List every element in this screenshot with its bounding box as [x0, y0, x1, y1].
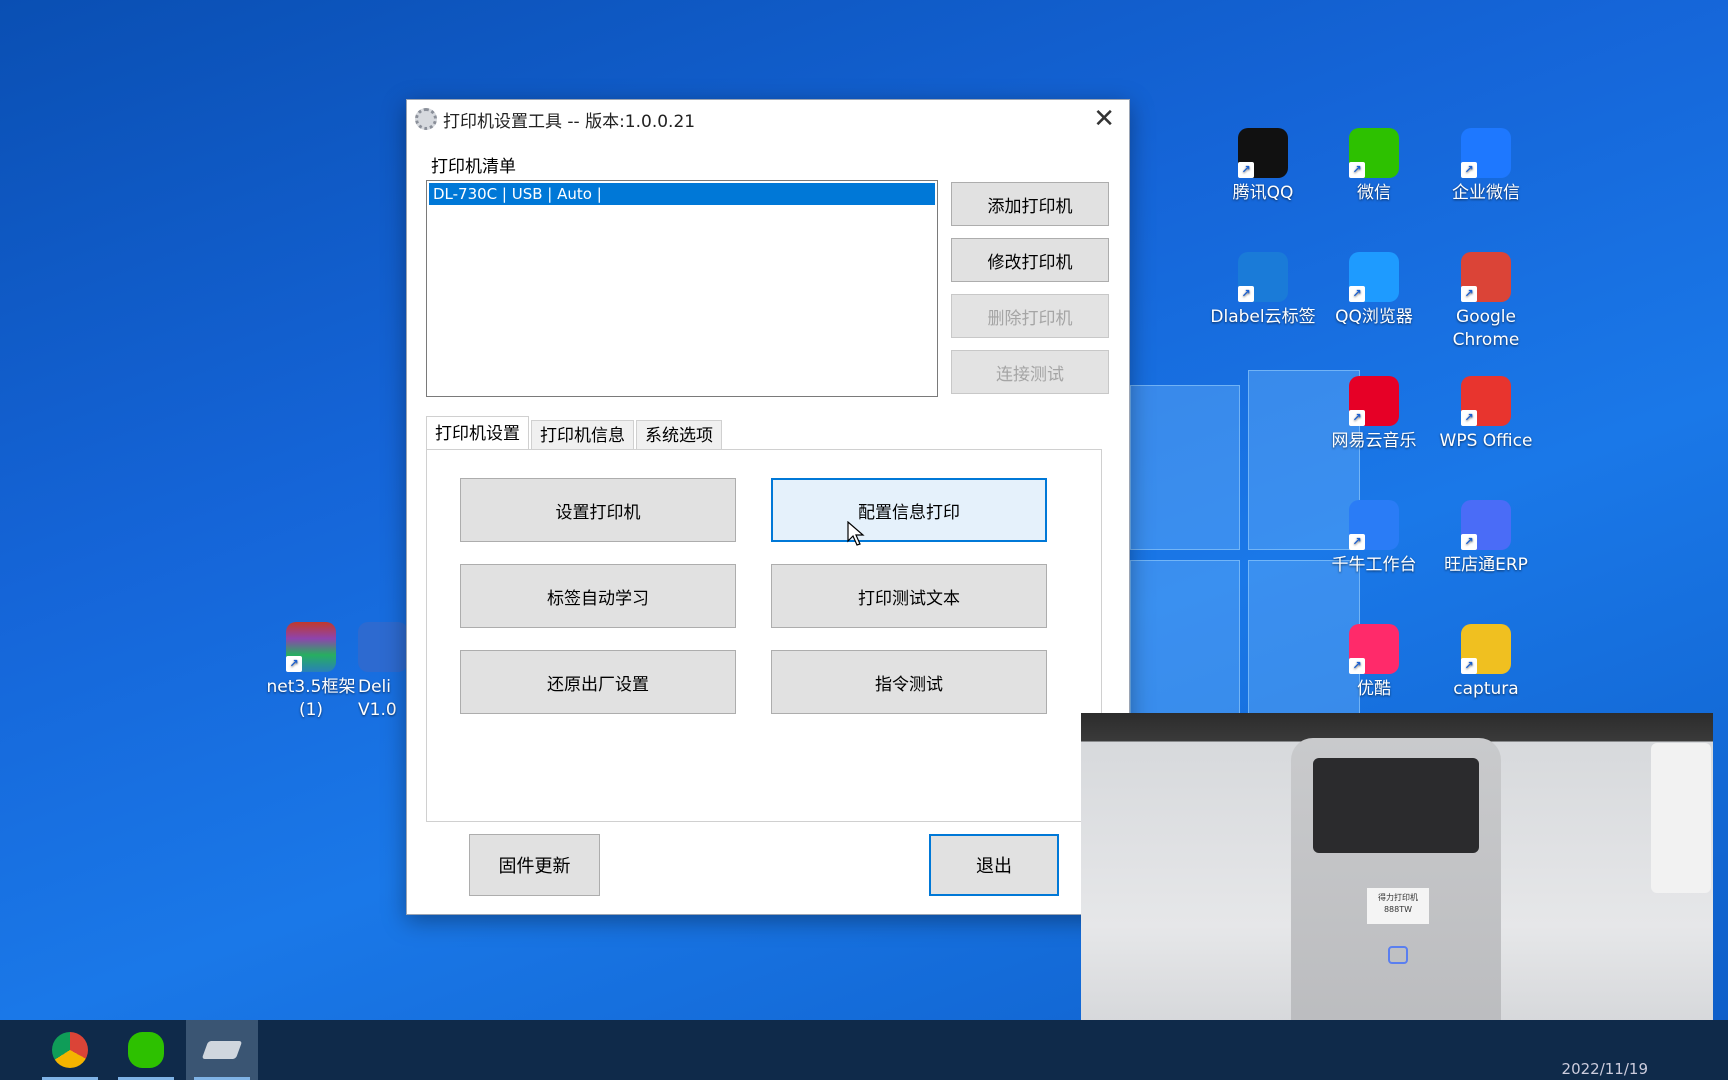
- desktop-icon-deli[interactable]: Deli V1.0: [358, 622, 408, 722]
- edit-printer-button[interactable]: 修改打印机: [951, 238, 1109, 282]
- desktop-icon-label-2: (1): [298, 700, 324, 720]
- chrome-icon: [52, 1032, 88, 1068]
- desktop-icon-net35[interactable]: ↗ net3.5框架 (1): [256, 622, 366, 722]
- desktop-icon-label: captura: [1453, 679, 1519, 699]
- printer-power-led: [1388, 946, 1408, 964]
- factory-reset-button[interactable]: 还原出厂设置: [460, 650, 736, 714]
- print-test-text-button[interactable]: 打印测试文本: [771, 564, 1047, 628]
- desktop-icon-youku[interactable]: ↗ 优酷: [1319, 624, 1429, 701]
- printer-sticker-line2: 888TW: [1383, 905, 1413, 914]
- desktop-icon-label: Deli: [358, 677, 391, 697]
- config-print-button[interactable]: 配置信息打印: [771, 478, 1047, 542]
- mouse-cursor-icon: [847, 521, 865, 546]
- window-title: 打印机设置工具 -- 版本:1.0.0.21: [443, 111, 696, 132]
- desktop-icon-dlabel[interactable]: ↗ Dlabel云标签: [1208, 252, 1318, 329]
- printer-setup-dialog: 打印机设置工具 -- 版本:1.0.0.21 ✕ 打印机清单 DL-730C |…: [406, 99, 1130, 915]
- desktop-icon-label: net3.5框架: [266, 677, 356, 697]
- qianniu-icon: ↗: [1349, 500, 1399, 550]
- printer-sticker-line1: 得力打印机: [1378, 893, 1418, 902]
- desktop-icon-wechat[interactable]: ↗ 微信: [1319, 128, 1429, 205]
- power-strip-image: [1651, 743, 1711, 893]
- list-item[interactable]: DL-730C | USB | Auto |: [429, 183, 935, 205]
- firmware-update-button[interactable]: 固件更新: [469, 834, 600, 896]
- tab-printer-settings[interactable]: 打印机设置: [426, 416, 529, 450]
- taskbar-clock: 2022/11/19: [1561, 1060, 1648, 1078]
- tab-bar: 打印机设置 打印机信息 系统选项: [426, 416, 724, 450]
- taskbar-chrome[interactable]: [34, 1020, 106, 1080]
- desktop-icon-label: QQ浏览器: [1335, 307, 1413, 327]
- gear-icon: [415, 108, 437, 130]
- captura-icon: ↗: [1461, 624, 1511, 674]
- desktop-icon-label-2: V1.0: [358, 700, 397, 720]
- printer-window: [1313, 758, 1479, 853]
- label-auto-learn-button[interactable]: 标签自动学习: [460, 564, 736, 628]
- taskbar-file-explorer[interactable]: [0, 1020, 22, 1080]
- tab-system-options[interactable]: 系统选项: [636, 420, 722, 450]
- label-printer-image: 得力打印机 888TW: [1291, 738, 1501, 1068]
- qq-icon: ↗: [1238, 128, 1288, 178]
- add-printer-button[interactable]: 添加打印机: [951, 182, 1109, 226]
- desktop-icon-netease-music[interactable]: ↗ 网易云音乐: [1319, 376, 1429, 453]
- youku-icon: ↗: [1349, 624, 1399, 674]
- deli-app-icon: [358, 622, 408, 672]
- tab-printer-info[interactable]: 打印机信息: [531, 420, 634, 450]
- printer-sticker: 得力打印机 888TW: [1367, 888, 1429, 924]
- wechat-icon: [128, 1032, 164, 1068]
- desktop-icon-label: 企业微信: [1452, 183, 1520, 203]
- exit-button[interactable]: 退出: [929, 834, 1059, 896]
- title-bar[interactable]: 打印机设置工具 -- 版本:1.0.0.21 ✕: [407, 100, 1129, 138]
- qq-browser-icon: ↗: [1349, 252, 1399, 302]
- taskbar-wechat[interactable]: [110, 1020, 182, 1080]
- desktop-icon-label: Dlabel云标签: [1210, 307, 1316, 327]
- chrome-icon: ↗: [1461, 252, 1511, 302]
- printer-tool-icon: [201, 1041, 243, 1059]
- desktop-icon-qianniu[interactable]: ↗ 千牛工作台: [1319, 500, 1429, 577]
- command-test-button[interactable]: 指令测试: [771, 650, 1047, 714]
- printer-list[interactable]: DL-730C | USB | Auto |: [426, 180, 938, 397]
- desktop-icon-qq[interactable]: ↗ 腾讯QQ: [1208, 128, 1318, 205]
- desktop-icon-label: 网易云音乐: [1331, 431, 1417, 451]
- desktop-icon-label: 旺店通ERP: [1444, 555, 1528, 575]
- desktop-icon-chrome[interactable]: ↗ Google Chrome: [1431, 252, 1541, 352]
- wecom-icon: ↗: [1461, 128, 1511, 178]
- desktop-icon-label: WPS Office: [1439, 431, 1533, 451]
- close-icon[interactable]: ✕: [1093, 104, 1115, 134]
- winrar-icon: ↗: [286, 622, 336, 672]
- desktop-icon-qq-browser[interactable]: ↗ QQ浏览器: [1319, 252, 1429, 329]
- desktop-icon-label: Google Chrome: [1452, 307, 1520, 350]
- desktop-icon-label: 微信: [1357, 183, 1391, 203]
- desktop-icon-label: 优酷: [1357, 679, 1391, 699]
- taskbar: 2022/11/19: [0, 1020, 1728, 1080]
- desktop-icon-captura[interactable]: ↗ captura: [1431, 624, 1541, 701]
- wangdiantong-icon: ↗: [1461, 500, 1511, 550]
- desktop-icon-wps[interactable]: ↗ WPS Office: [1431, 376, 1541, 453]
- webcam-overlay: 得力打印机 888TW: [1081, 713, 1713, 1068]
- desktop-icon-label: 腾讯QQ: [1232, 183, 1294, 203]
- printer-list-label: 打印机清单: [431, 157, 516, 177]
- desktop-icon-wangdiantong[interactable]: ↗ 旺店通ERP: [1431, 500, 1541, 577]
- desktop-icon-wecom[interactable]: ↗ 企业微信: [1431, 128, 1541, 205]
- setup-printer-button[interactable]: 设置打印机: [460, 478, 736, 542]
- connect-test-button[interactable]: 连接测试: [951, 350, 1109, 394]
- desktop-icon-label: 千牛工作台: [1331, 555, 1417, 575]
- wps-icon: ↗: [1461, 376, 1511, 426]
- taskbar-printer-tool[interactable]: [186, 1020, 258, 1080]
- netease-music-icon: ↗: [1349, 376, 1399, 426]
- tab-panel: 设置打印机 配置信息打印 标签自动学习 打印测试文本 还原出厂设置 指令测试: [426, 449, 1102, 822]
- wechat-icon: ↗: [1349, 128, 1399, 178]
- dlabel-icon: ↗: [1238, 252, 1288, 302]
- delete-printer-button[interactable]: 删除打印机: [951, 294, 1109, 338]
